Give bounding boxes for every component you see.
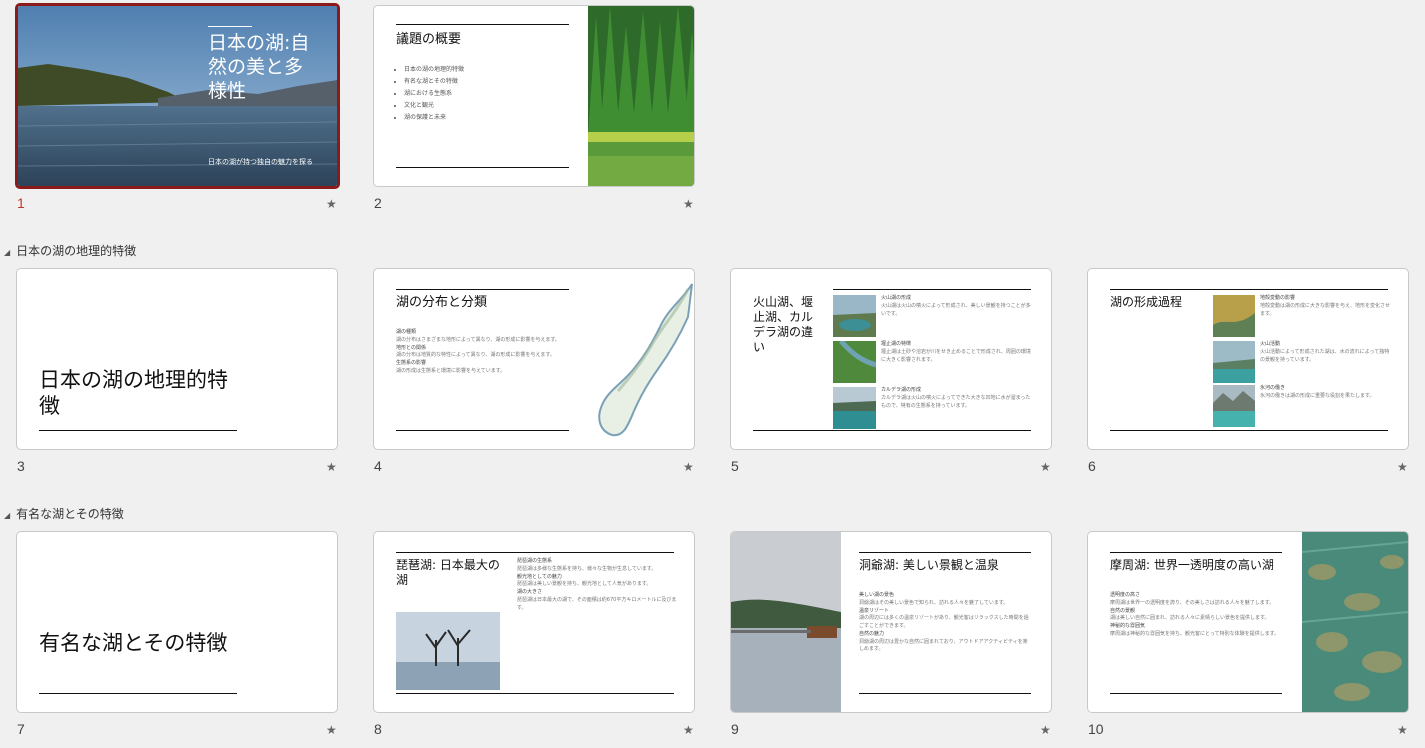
star-icon[interactable]: ★ <box>683 723 694 737</box>
slide-5-item-1: 火山湖の形成 火山湖は火山の噴火によって形成され、美しい景観を持つことが多いです。 <box>881 295 1031 317</box>
slide-thumbnail-2[interactable]: 議題の概要 日本の湖の地理的特徴 有名な湖とその特徴 湖における生態系 文化と観… <box>373 5 695 187</box>
slide-4-title: 湖の分布と分類 <box>396 295 488 310</box>
star-icon[interactable]: ★ <box>683 460 694 474</box>
slide-number-2: 2 <box>374 195 382 211</box>
volcanic-lake-photo <box>833 295 876 337</box>
agenda-item: 文化と観光 <box>404 100 464 112</box>
slide-10-body: 透明度の高さ 摩周湖は世界一の透明度を誇り、その美しさは訪れる人々を魅了します。 … <box>1110 592 1280 637</box>
tectonic-lake-photo <box>1213 295 1255 337</box>
volcanic-activity-photo <box>1213 341 1255 383</box>
slide-1-subtitle: 日本の湖が持つ独自の魅力を探る <box>208 158 313 166</box>
slide-4-body: 湖の種類 湖の分布はさまざまな地形によって異なり、湖の形成に影響を与えます。 地形… <box>396 329 560 374</box>
lake-trees-photo <box>396 612 500 690</box>
glacier-lake-photo <box>1213 385 1255 427</box>
slide-2-title: 議題の概要 <box>396 32 462 47</box>
agenda-item: 日本の湖の地理的特徴 <box>404 64 464 76</box>
star-icon[interactable]: ★ <box>1040 723 1051 737</box>
slide-thumbnail-8[interactable]: 琵琶湖: 日本最大の湖 琵琶湖の生態系 琵琶湖は多様な生態系を持ち、様々な生物が生… <box>373 531 695 713</box>
slide-5-item-2: 堰止湖の特徴 堰止湖は土砂や溶岩が川をせき止めることで形成され、周囲の環境に大きく… <box>881 341 1031 363</box>
slide-thumbnail-6[interactable]: 湖の形成過程 地殻変動の影響 地殻変動は湖の形成に大きな影響を与え、地形を変化させ… <box>1087 268 1409 450</box>
agenda-item: 湖の保護と未来 <box>404 112 464 124</box>
slide-number-6: 6 <box>1088 458 1096 474</box>
forest-photo <box>588 6 694 186</box>
slide-number-7: 7 <box>17 721 25 737</box>
slide-thumbnail-9[interactable]: 洞爺湖: 美しい景観と温泉 美しい湖の景色 洞爺湖はその美しい景色で知られ、訪れる… <box>730 531 1052 713</box>
slide-6-title: 湖の形成過程 <box>1110 295 1183 309</box>
slide-9-title: 洞爺湖: 美しい景観と温泉 <box>859 558 999 572</box>
slide-number-9: 9 <box>731 721 739 737</box>
slide-thumbnail-1[interactable]: 日本の湖:自然の美と多様性 日本の湖が持つ独自の魅力を探る <box>15 3 340 189</box>
star-icon[interactable]: ★ <box>1397 723 1408 737</box>
slide-number-3: 3 <box>17 458 25 474</box>
slide-6-item-1: 地殻変動の影響 地殻変動は湖の形成に大きな影響を与え、地形を変化させます。 <box>1260 295 1391 317</box>
star-icon[interactable]: ★ <box>1040 460 1051 474</box>
slide-number-8: 8 <box>374 721 382 737</box>
section-header-1[interactable]: ◢ 日本の湖の地理的特徴 <box>4 242 136 259</box>
slide-10-title: 摩周湖: 世界一透明度の高い湖 <box>1110 558 1274 572</box>
slide-9-body: 美しい湖の景色 洞爺湖はその美しい景色で知られ、訪れる人々を魅了しています。 温泉… <box>859 592 1029 653</box>
slide-number-4: 4 <box>374 458 382 474</box>
collapse-triangle-icon[interactable]: ◢ <box>4 511 10 520</box>
slide-3-title: 日本の湖の地理的特徴 <box>39 368 228 419</box>
star-icon[interactable]: ★ <box>683 197 694 211</box>
slide-1-title: 日本の湖:自然の美と多様性 <box>208 32 310 102</box>
slide-6-item-2: 火山活動 火山活動によって形成された湖は、水の流れによって独特の景観を持っています… <box>1260 341 1390 363</box>
agenda-list: 日本の湖の地理的特徴 有名な湖とその特徴 湖における生態系 文化と観光 湖の保護… <box>396 64 464 124</box>
caldera-lake-photo <box>833 387 876 429</box>
dammed-lake-photo <box>833 341 876 383</box>
agenda-item: 湖における生態系 <box>404 88 464 100</box>
section-label: 有名な湖とその特徴 <box>16 507 124 521</box>
slide-thumbnail-3[interactable]: 日本の湖の地理的特徴 <box>16 268 338 450</box>
clear-water-photo <box>1302 532 1408 712</box>
slide-number-5: 5 <box>731 458 739 474</box>
slide-thumbnail-7[interactable]: 有名な湖とその特徴 <box>16 531 338 713</box>
map-illustration <box>598 283 693 437</box>
agenda-item: 有名な湖とその特徴 <box>404 76 464 88</box>
lake-dock-photo <box>731 532 841 712</box>
slide-7-title: 有名な湖とその特徴 <box>39 631 228 655</box>
star-icon[interactable]: ★ <box>1397 460 1408 474</box>
slide-thumbnail-10[interactable]: 摩周湖: 世界一透明度の高い湖 透明度の高さ 摩周湖は世界一の透明度を誇り、その美… <box>1087 531 1409 713</box>
slide-8-body: 琵琶湖の生態系 琵琶湖は多様な生態系を持ち、様々な生物が生息しています。 観光地と… <box>517 558 677 611</box>
slide-thumbnail-4[interactable]: 湖の分布と分類 湖の種類 湖の分布はさまざまな地形によって異なり、湖の形成に影響を… <box>373 268 695 450</box>
slide-5-title: 火山湖、堰止湖、カルデラ湖の違い <box>753 295 814 354</box>
slide-thumbnail-5[interactable]: 火山湖、堰止湖、カルデラ湖の違い 火山湖の形成 火山湖は火山の噴火によって形成され… <box>730 268 1052 450</box>
slide-number-10: 10 <box>1088 721 1104 737</box>
slide-8-title: 琵琶湖: 日本最大の湖 <box>396 558 500 587</box>
star-icon[interactable]: ★ <box>326 723 337 737</box>
slide-6-item-3: 氷河の働き 氷河の働きは湖の形成に重要な役割を果たします。 <box>1260 385 1375 399</box>
section-label: 日本の湖の地理的特徴 <box>16 244 137 258</box>
slide-5-item-3: カルデラ湖の形成 カルデラ湖は火山の噴火によってできた大きな凹地に水が溜まったもの… <box>881 387 1031 409</box>
star-icon[interactable]: ★ <box>326 460 337 474</box>
slide-number-1: 1 <box>17 195 25 211</box>
section-header-2[interactable]: ◢ 有名な湖とその特徴 <box>4 505 124 522</box>
star-icon[interactable]: ★ <box>326 197 337 211</box>
collapse-triangle-icon[interactable]: ◢ <box>4 248 10 257</box>
